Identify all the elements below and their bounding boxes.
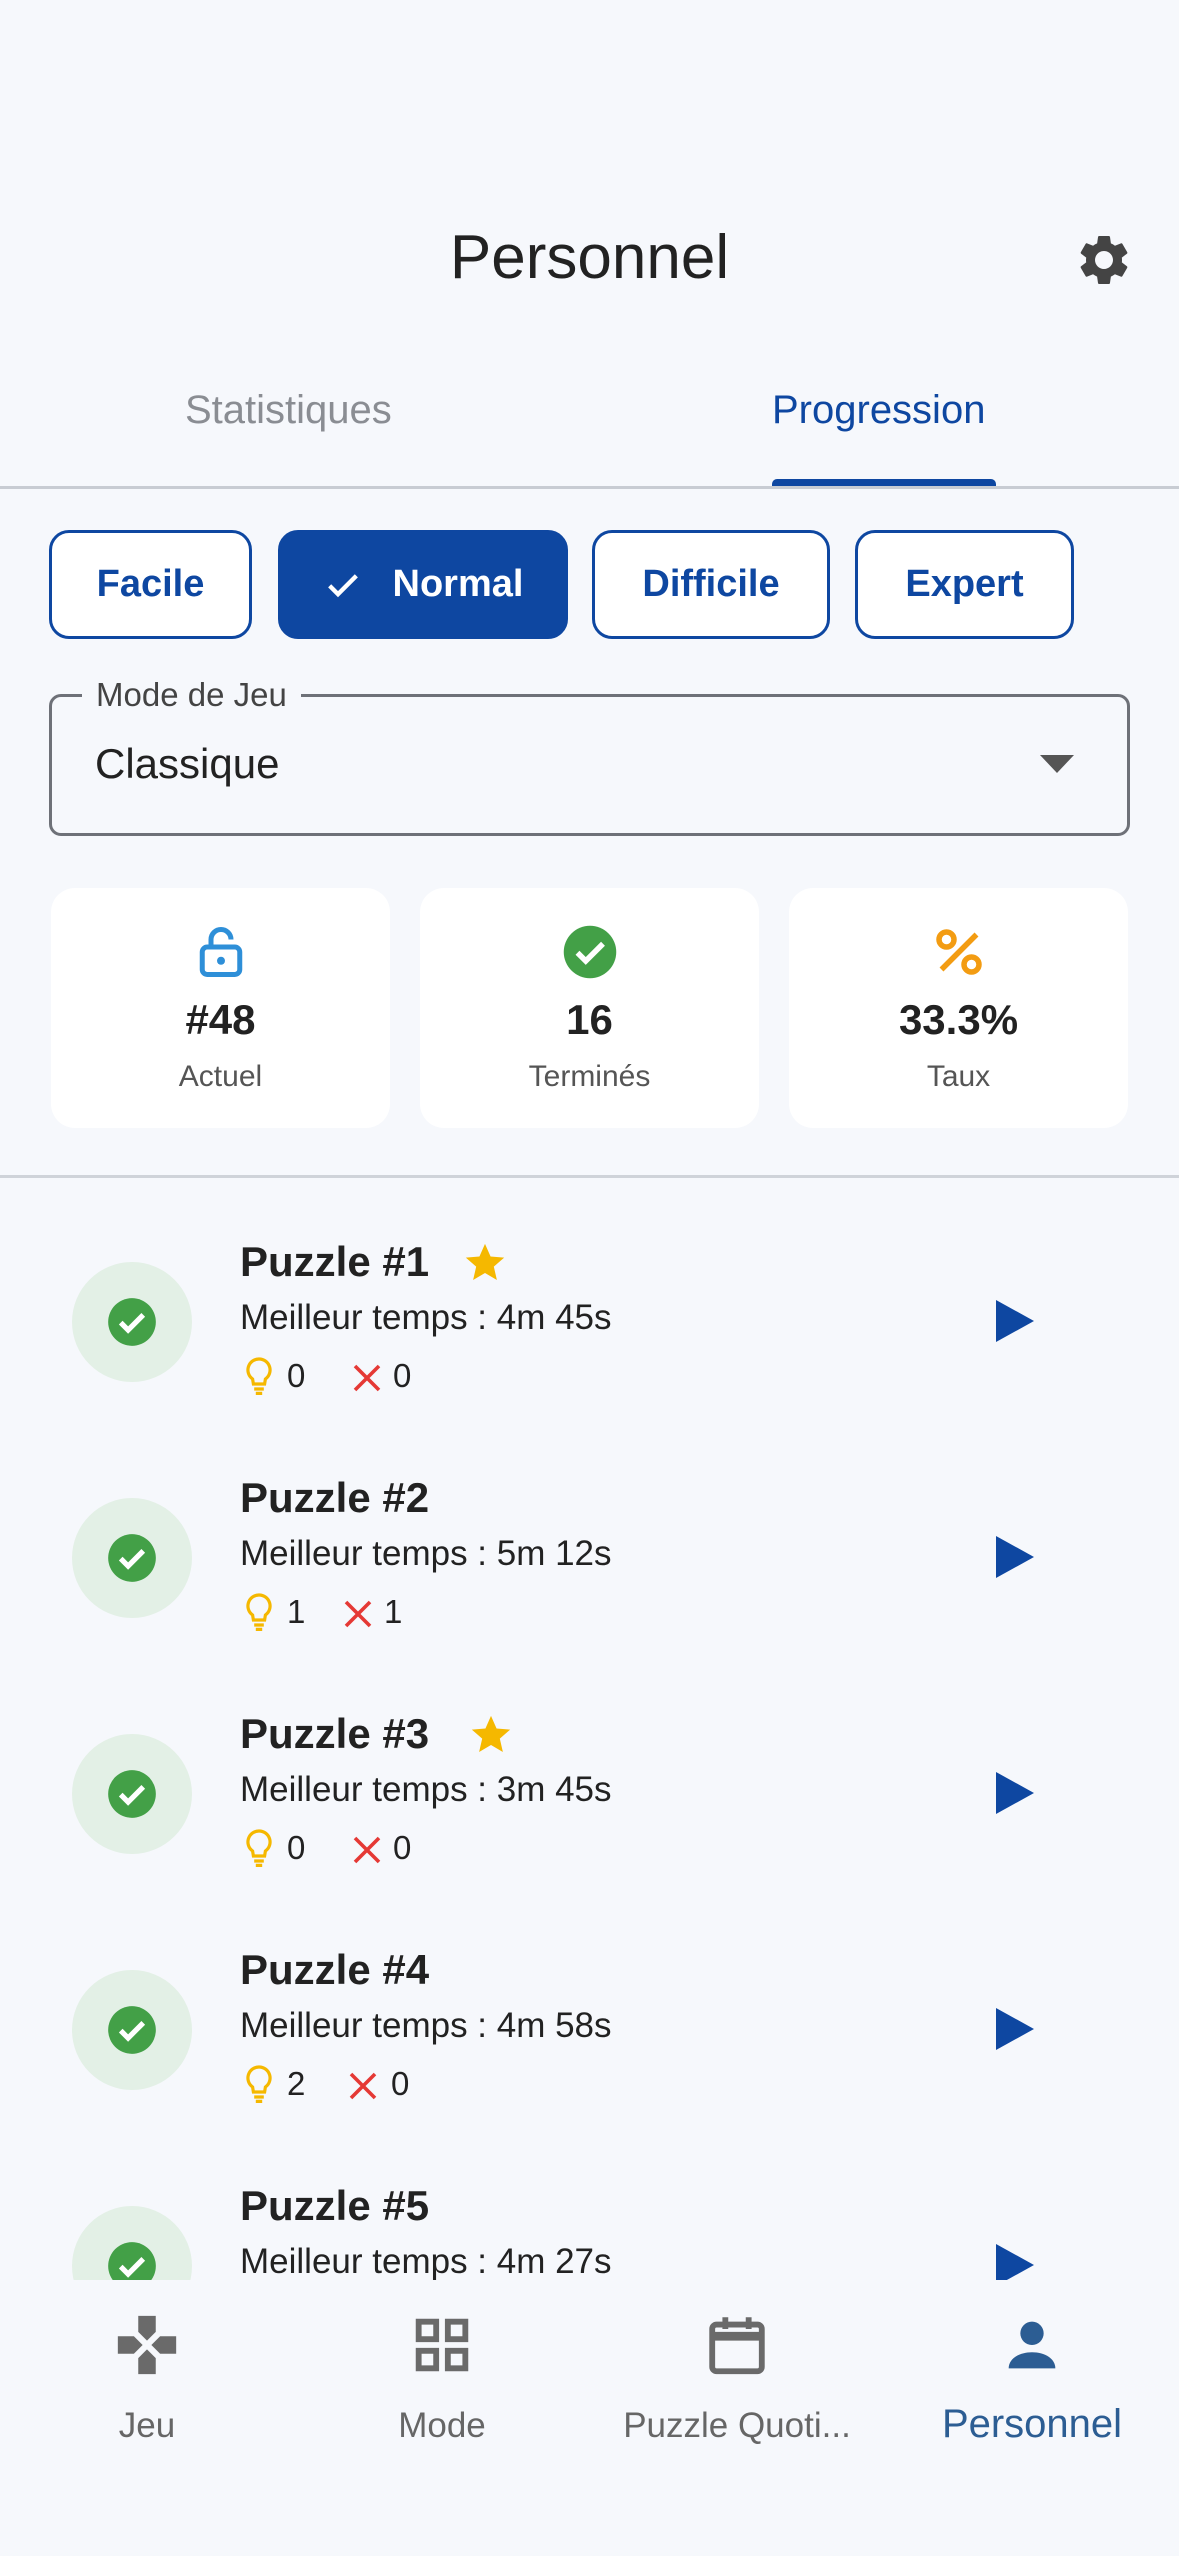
check-circle-icon	[108, 1770, 156, 1818]
chip-expert[interactable]: Expert	[855, 530, 1074, 639]
lightbulb-icon	[246, 1829, 272, 1867]
errors-count: 0	[393, 1829, 412, 1866]
best-time: Meilleur temps : 4m 45s	[240, 1298, 612, 1337]
puzzle-name: Puzzle #3	[240, 1710, 430, 1757]
stat-label: Terminés	[528, 1060, 651, 1093]
play-icon[interactable]	[996, 2008, 1034, 2050]
chip-difficile[interactable]: Difficile	[592, 530, 830, 639]
section-divider	[0, 1175, 1179, 1178]
chip-facile[interactable]: Facile	[49, 530, 252, 639]
calendar-icon	[709, 2317, 765, 2375]
chip-label: Expert	[905, 563, 1024, 605]
tab-statistiques[interactable]: Statistiques	[185, 388, 392, 433]
mode-select-value: Classique	[95, 740, 280, 787]
page-title: Personnel	[449, 223, 730, 292]
play-icon[interactable]	[996, 2244, 1034, 2280]
star-icon	[465, 1243, 505, 1281]
completed-badge	[72, 2206, 192, 2280]
gear-icon[interactable]	[1074, 230, 1134, 290]
stat-value: 33.3%	[898, 996, 1019, 1043]
grid-icon	[415, 2318, 469, 2372]
lightbulb-icon	[246, 2065, 272, 2103]
lock-open-icon	[199, 927, 242, 977]
check-circle-icon	[108, 1534, 156, 1582]
star-icon	[471, 1715, 511, 1753]
puzzle-name: Puzzle #2	[240, 1474, 430, 1521]
stat-card-taux: 33.3% Taux	[789, 888, 1128, 1128]
close-icon	[349, 2072, 377, 2100]
percent-icon	[935, 929, 982, 975]
completed-badge	[72, 1262, 192, 1382]
check-circle-icon	[563, 925, 616, 979]
check-circle-icon	[108, 2242, 156, 2280]
errors-count: 1	[384, 1593, 403, 1630]
best-time: Meilleur temps : 4m 27s	[240, 2242, 612, 2280]
nav-label: Jeu	[118, 2406, 176, 2445]
nav-label: Puzzle Quoti...	[623, 2406, 851, 2445]
check-icon	[327, 573, 358, 597]
close-icon	[353, 1364, 381, 1392]
play-icon[interactable]	[996, 1300, 1034, 1342]
stat-card-termines: 16 Terminés	[420, 888, 759, 1128]
puzzle-list[interactable]: Puzzle #1 Meilleur temps : 4m 45s 0 0 Pu…	[0, 1180, 1179, 2280]
play-icon[interactable]	[996, 1536, 1034, 1578]
list-item[interactable]: Puzzle #1 Meilleur temps : 4m 45s 0 0	[0, 1180, 1179, 1416]
stat-label: Actuel	[178, 1060, 263, 1093]
tab-bar: Statistiques Progression	[0, 378, 1179, 488]
personnel-screen: Personnel Statistiques Progression Facil…	[0, 0, 1179, 2556]
close-icon	[344, 1600, 372, 1628]
play-icon[interactable]	[996, 1772, 1034, 1814]
chip-label: Facile	[96, 563, 205, 605]
list-item[interactable]: Puzzle #3 Meilleur temps : 3m 45s 0 0	[0, 1652, 1179, 1888]
nav-mode[interactable]: Mode	[295, 2310, 589, 2460]
nav-personnel[interactable]: Personnel	[885, 2310, 1179, 2460]
completed-badge	[72, 1734, 192, 1854]
check-circle-icon	[108, 1298, 156, 1346]
errors-count: 0	[391, 2065, 410, 2102]
lightbulb-icon	[246, 1593, 272, 1631]
hints-count: 0	[287, 1829, 306, 1866]
puzzle-name: Puzzle #4	[240, 1946, 430, 1993]
hints-count: 0	[287, 1357, 306, 1394]
hints-count: 2	[287, 2065, 306, 2102]
list-item[interactable]: Puzzle #2 Meilleur temps : 5m 12s 1 1	[0, 1416, 1179, 1652]
stat-value: #48	[185, 996, 256, 1043]
person-icon	[1008, 2321, 1056, 2369]
puzzle-name: Puzzle #5	[240, 2182, 430, 2229]
chip-label: Normal	[392, 563, 524, 605]
close-icon	[353, 1836, 381, 1864]
bottom-navigation: Jeu Mode Puzzle Quoti... Personnel	[0, 2280, 1179, 2556]
nav-label: Personnel	[941, 2402, 1123, 2446]
completed-badge	[72, 1970, 192, 2090]
completed-badge	[72, 1498, 192, 1618]
nav-puzzle-quotidien[interactable]: Puzzle Quoti...	[590, 2310, 884, 2460]
best-time: Meilleur temps : 5m 12s	[240, 1534, 612, 1573]
hints-count: 1	[287, 1593, 306, 1630]
nav-label: Mode	[398, 2406, 486, 2445]
tabs-divider	[0, 486, 1179, 489]
best-time: Meilleur temps : 3m 45s	[240, 1770, 612, 1809]
header: Personnel	[0, 0, 1179, 340]
dropdown-caret-icon[interactable]	[1040, 755, 1074, 773]
gamepad-icon	[117, 2315, 177, 2375]
stat-value: 16	[566, 996, 613, 1043]
check-circle-icon	[108, 2006, 156, 2054]
best-time: Meilleur temps : 4m 58s	[240, 2006, 612, 2045]
puzzle-name: Puzzle #1	[240, 1238, 430, 1285]
errors-count: 0	[393, 1357, 412, 1394]
stat-card-actuel: #48 Actuel	[51, 888, 390, 1128]
list-item[interactable]: Puzzle #5 Meilleur temps : 4m 27s	[0, 2124, 1179, 2280]
nav-jeu[interactable]: Jeu	[0, 2310, 294, 2460]
mode-select-label: Mode de Jeu	[82, 676, 301, 714]
stat-label: Taux	[926, 1060, 991, 1093]
list-item[interactable]: Puzzle #4 Meilleur temps : 4m 58s 2 0	[0, 1888, 1179, 2124]
lightbulb-icon	[246, 1357, 272, 1395]
chip-label: Difficile	[642, 563, 780, 605]
chip-normal[interactable]: Normal	[278, 530, 568, 639]
tab-progression[interactable]: Progression	[772, 388, 985, 433]
